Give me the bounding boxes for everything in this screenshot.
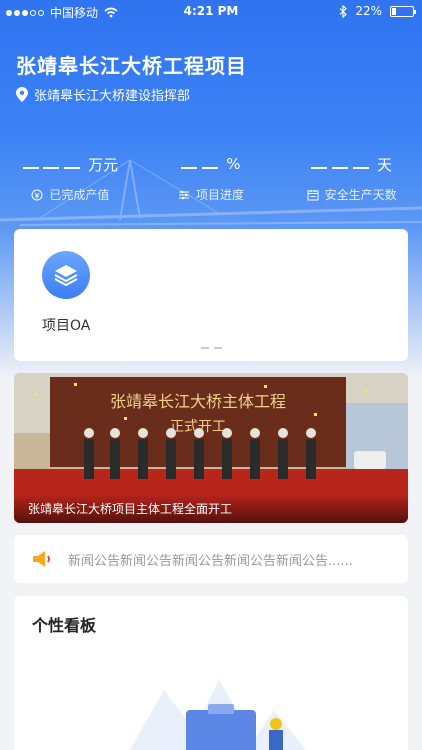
bluetooth-icon: [339, 4, 348, 18]
news-ticker[interactable]: 新闻公告新闻公告新闻公告新闻公告新闻公告......: [14, 535, 408, 583]
page-indicator: [14, 347, 408, 349]
stat-unit: 天: [376, 155, 392, 174]
location-pin-icon: [16, 87, 28, 102]
oa-app-button[interactable]: [42, 251, 90, 299]
news-text: 新闻公告新闻公告新闻公告新闻公告新闻公告......: [68, 553, 353, 569]
stat-safety-days[interactable]: 天 安全生产天数: [281, 152, 422, 203]
output-value-icon: [31, 189, 43, 200]
stat-output-value[interactable]: 万元 已完成产值: [0, 152, 141, 203]
progress-icon: [179, 190, 189, 199]
value-placeholder: [311, 155, 369, 173]
location-row[interactable]: 张靖皋长江大桥建设指挥部: [16, 85, 190, 104]
location-label: 张靖皋长江大桥建设指挥部: [34, 89, 191, 104]
oa-app-label[interactable]: 项目OA: [42, 315, 90, 335]
banner-caption: 张靖皋长江大桥项目主体工程全面开工: [14, 494, 408, 523]
calendar-icon: [307, 189, 319, 200]
dashboard-title: 个性看板: [32, 616, 97, 635]
stat-unit: %: [226, 155, 241, 173]
news-banner[interactable]: 张靖皋长江大桥主体工程 正式开工 张靖皋长江大桥项目主体工程全面开工: [14, 373, 408, 523]
empty-dashboard-illustration: [129, 680, 306, 750]
value-placeholder: [181, 155, 219, 173]
apps-card: 项目OA: [14, 229, 408, 361]
value-placeholder: [22, 155, 81, 173]
page-title: 张靖皋长江大桥工程项目: [16, 54, 247, 78]
stat-label: 安全生产天数: [324, 188, 397, 202]
stats-row: 万元 已完成产值 % 项目进度 天 安全生产天数: [0, 152, 422, 203]
dashboard-card: 个性看板: [14, 596, 408, 750]
app-screen: 中国移动 4:21 PM 22% 张靖皋长江大桥工程项目 张靖皋长江大桥建设指挥…: [0, 0, 422, 750]
battery-percent: 22%: [355, 4, 382, 18]
stat-label: 项目进度: [196, 188, 245, 202]
stat-progress[interactable]: % 项目进度: [141, 152, 282, 203]
status-bar: 中国移动 4:21 PM 22%: [0, 0, 422, 24]
layers-icon: [54, 265, 78, 287]
banner-sign-text: 张靖皋长江大桥主体工程: [110, 392, 286, 411]
stat-label: 已完成产值: [49, 188, 110, 202]
battery-icon: [390, 5, 416, 17]
stat-unit: 万元: [88, 155, 119, 174]
megaphone-icon: [33, 551, 50, 567]
